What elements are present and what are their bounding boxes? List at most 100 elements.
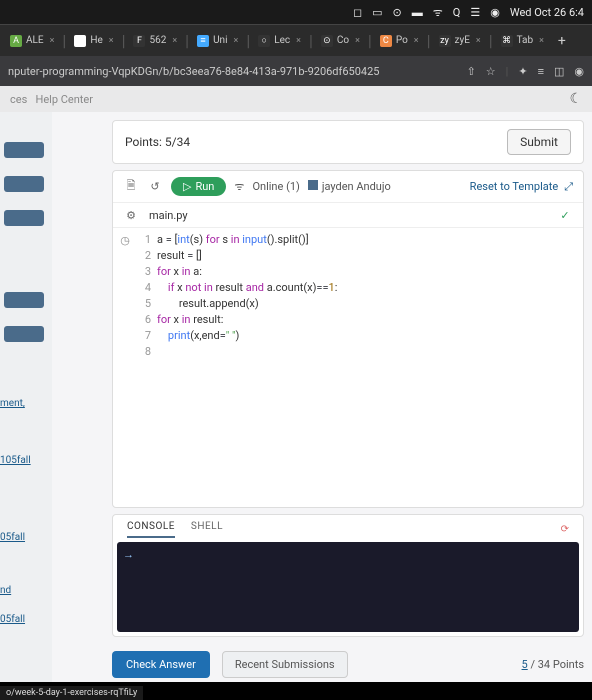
tab-favicon-8: ⌘ (501, 35, 513, 47)
record-icon: ⊙ (393, 6, 402, 19)
browser-tabs: AALE×|GHe×|F562×|≡Uni×|○Lec×|⊙Co×|CPo×|z… (0, 24, 592, 56)
code-line[interactable] (157, 344, 583, 360)
code-line[interactable]: result.append(x) (157, 296, 583, 312)
refresh-console-icon[interactable]: ⟳ (561, 524, 569, 535)
bottom-action-row: Check Answer Recent Submissions 5 / 34 P… (112, 643, 584, 682)
submit-button[interactable]: Submit (507, 129, 571, 155)
sidebar-label-1[interactable]: 105fall (0, 455, 52, 466)
code-line[interactable]: if x not in result and a.count(x)==1: (157, 280, 583, 296)
tab-favicon-2: F (133, 35, 145, 47)
tab-close-icon[interactable]: × (109, 36, 114, 46)
shell-tab[interactable]: SHELL (191, 521, 223, 538)
tab-close-icon[interactable]: × (234, 36, 239, 46)
tab-label: ALE (26, 35, 44, 46)
extensions-icon[interactable]: ✦ (518, 65, 527, 78)
tab-close-icon[interactable]: × (296, 36, 301, 46)
sidebar-pill-4[interactable] (4, 292, 44, 308)
breadcrumb-ces[interactable]: ces (10, 93, 27, 106)
tab-label: zyE (455, 35, 470, 46)
tab-favicon-6: C (380, 35, 392, 47)
tab-favicon-3: ≡ (197, 35, 209, 47)
menubar-datetime[interactable]: Wed Oct 26 6:4 (510, 6, 584, 19)
tab-close-icon[interactable]: × (476, 36, 481, 46)
new-file-icon[interactable]: 🗎 (123, 179, 139, 195)
menubar: ◻ ▭ ⊙ ▬ ᯤ Q ☰ ◉ Wed Oct 26 6:4 (0, 0, 592, 24)
browser-tab-3[interactable]: ≡Uni× (191, 31, 244, 51)
history-icon[interactable]: ↺ (147, 179, 163, 195)
tab-close-icon[interactable]: × (172, 36, 177, 46)
sidebar-label-2[interactable]: 05fall (0, 532, 52, 543)
reset-template-link[interactable]: Reset to Template (470, 180, 559, 193)
sidebar-pill-3[interactable] (4, 210, 44, 226)
recent-submissions-button[interactable]: Recent Submissions (222, 651, 348, 678)
console-output[interactable]: → (117, 542, 579, 632)
settings-gear-icon[interactable]: ⚙ (123, 207, 139, 223)
breadcrumb-help-center[interactable]: Help Center (35, 93, 93, 106)
share-icon[interactable]: ⇧ (467, 65, 476, 78)
profile-icon[interactable]: ◉ (574, 65, 584, 78)
filename-label: main.py (149, 209, 188, 222)
code-line[interactable]: a = [int(s) for s in input().split()] (157, 232, 583, 248)
code-line[interactable]: for x in a: (157, 264, 583, 280)
sidebar-label-3[interactable]: nd (0, 585, 52, 596)
browser-tab-5[interactable]: ⊙ Co × (315, 31, 366, 51)
tab-close-icon[interactable]: × (414, 36, 419, 46)
sidebar-label-0[interactable]: ment, (0, 398, 52, 409)
expand-icon[interactable]: ⤢ (564, 180, 573, 194)
code-line[interactable]: print(x,end=" ") (157, 328, 583, 344)
line-number: 2 (137, 248, 151, 264)
breadcrumb-bar: ces Help Center ☾ (0, 86, 592, 112)
tab-label: He (90, 35, 102, 46)
line-number: 4 (137, 280, 151, 296)
sync-icon[interactable]: ✓ (557, 207, 573, 223)
sidepanel-icon[interactable]: ◫ (554, 65, 564, 78)
control-center-icon[interactable]: ☰ (470, 6, 480, 19)
line-number: 7 (137, 328, 151, 344)
console-tab[interactable]: CONSOLE (127, 521, 175, 538)
cloud-icon: ◻ (353, 6, 362, 19)
tab-favicon-4: ○ (258, 35, 270, 47)
wifi-online-icon: ᯤ (234, 179, 244, 194)
tab-close-icon[interactable]: × (539, 36, 544, 46)
sidebar-pill-5[interactable] (4, 326, 44, 342)
tab-favicon-5: ⊙ (321, 35, 333, 47)
line-number: 5 (137, 296, 151, 312)
tab-label: Tab (517, 35, 533, 46)
theme-toggle-icon[interactable]: ☾ (569, 91, 582, 107)
browser-tab-4[interactable]: ○Lec× (252, 31, 307, 51)
display-icon: ▭ (372, 6, 382, 19)
browser-tab-0[interactable]: AALE× (4, 31, 60, 51)
wifi-icon: ᯤ (433, 5, 443, 20)
browser-tab-7[interactable]: zyzyE × (433, 31, 487, 51)
sidebar-label-4[interactable]: 05fall (0, 614, 52, 625)
browser-tab-8[interactable]: ⌘ Tab × (495, 31, 550, 51)
clock-gutter-icon[interactable]: ◷ (120, 234, 130, 247)
online-user: jayden Andujo (322, 180, 391, 193)
tab-label: Co (337, 35, 349, 46)
online-count: Online (1) (252, 180, 299, 193)
reading-list-icon[interactable]: ≡ (538, 65, 544, 78)
code-line[interactable]: for x in result: (157, 312, 583, 328)
code-line[interactable]: result = [] (157, 248, 583, 264)
check-answer-button[interactable]: Check Answer (112, 651, 210, 678)
tab-close-icon[interactable]: × (50, 36, 55, 46)
tab-favicon-1: G (74, 35, 86, 47)
new-tab-button[interactable]: + (552, 33, 572, 49)
tab-favicon-7: zy (439, 35, 451, 47)
tab-close-icon[interactable]: × (355, 36, 360, 46)
browser-tab-2[interactable]: F562× (127, 31, 183, 51)
browser-tab-6[interactable]: CPo× (374, 31, 425, 51)
status-bar-link[interactable]: o/week-5-day-1-exercises-rqTfiLy (0, 686, 143, 700)
run-button[interactable]: ▷ Run (171, 177, 226, 196)
code-editor[interactable]: ◷ 12345678 a = [int(s) for s in input().… (113, 228, 583, 507)
search-icon[interactable]: Q (453, 6, 461, 19)
url-text[interactable]: nputer-programming-VqpKDGn/b/bc3eea76-8e… (8, 65, 459, 78)
editor-panel: 🗎 ↺ ▷ Run ᯤ Online (1) jayden Andujo Res… (112, 170, 584, 508)
sidebar: ment, 105fall 05fall nd 05fall (0, 112, 52, 682)
browser-tab-1[interactable]: G He × (68, 31, 119, 51)
line-number: 8 (137, 344, 151, 360)
star-icon[interactable]: ☆ (486, 65, 496, 78)
siri-icon[interactable]: ◉ (490, 6, 500, 19)
sidebar-pill-1[interactable] (4, 142, 44, 158)
sidebar-pill-2[interactable] (4, 176, 44, 192)
